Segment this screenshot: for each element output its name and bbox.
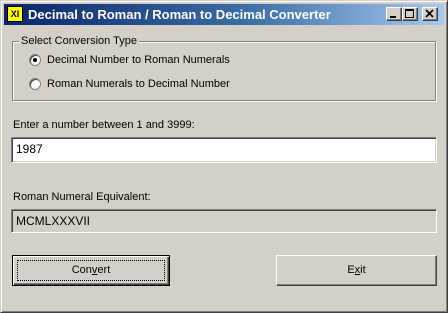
radio-button[interactable] (29, 54, 41, 66)
exit-button[interactable]: Exit (276, 255, 437, 286)
converter-window: XI Decimal to Roman / Roman to Decimal C… (0, 0, 448, 313)
minimize-icon (390, 16, 396, 18)
app-icon[interactable]: XI (7, 6, 23, 22)
maximize-icon (405, 9, 414, 18)
close-button[interactable] (422, 7, 438, 21)
roman-output-field: MCMLXXXVII (11, 209, 437, 233)
radio-selected-dot (33, 58, 37, 62)
radio-roman-to-decimal[interactable]: Roman Numerals to Decimal Number (29, 77, 230, 91)
number-input[interactable]: 1987 (11, 137, 437, 163)
exit-button-label: Exit (347, 264, 366, 276)
radio-decimal-to-roman[interactable]: Decimal Number to Roman Numerals (29, 53, 230, 67)
title-bar[interactable]: XI Decimal to Roman / Roman to Decimal C… (4, 4, 444, 25)
window-title: Decimal to Roman / Roman to Decimal Conv… (28, 7, 331, 22)
conversion-type-group (12, 41, 436, 101)
conversion-type-legend: Select Conversion Type (19, 34, 139, 48)
radio-button[interactable] (29, 78, 41, 90)
convert-button[interactable]: Convert (12, 255, 170, 286)
input-label: Enter a number between 1 and 3999: (13, 119, 195, 131)
convert-button-label: Convert (71, 264, 111, 276)
maximize-button[interactable] (402, 7, 418, 21)
close-icon (425, 9, 434, 18)
output-label: Roman Numeral Equivalent: (13, 191, 151, 203)
radio-label[interactable]: Roman Numerals to Decimal Number (47, 77, 230, 91)
radio-label[interactable]: Decimal Number to Roman Numerals (47, 53, 230, 67)
minimize-button[interactable] (386, 7, 402, 21)
